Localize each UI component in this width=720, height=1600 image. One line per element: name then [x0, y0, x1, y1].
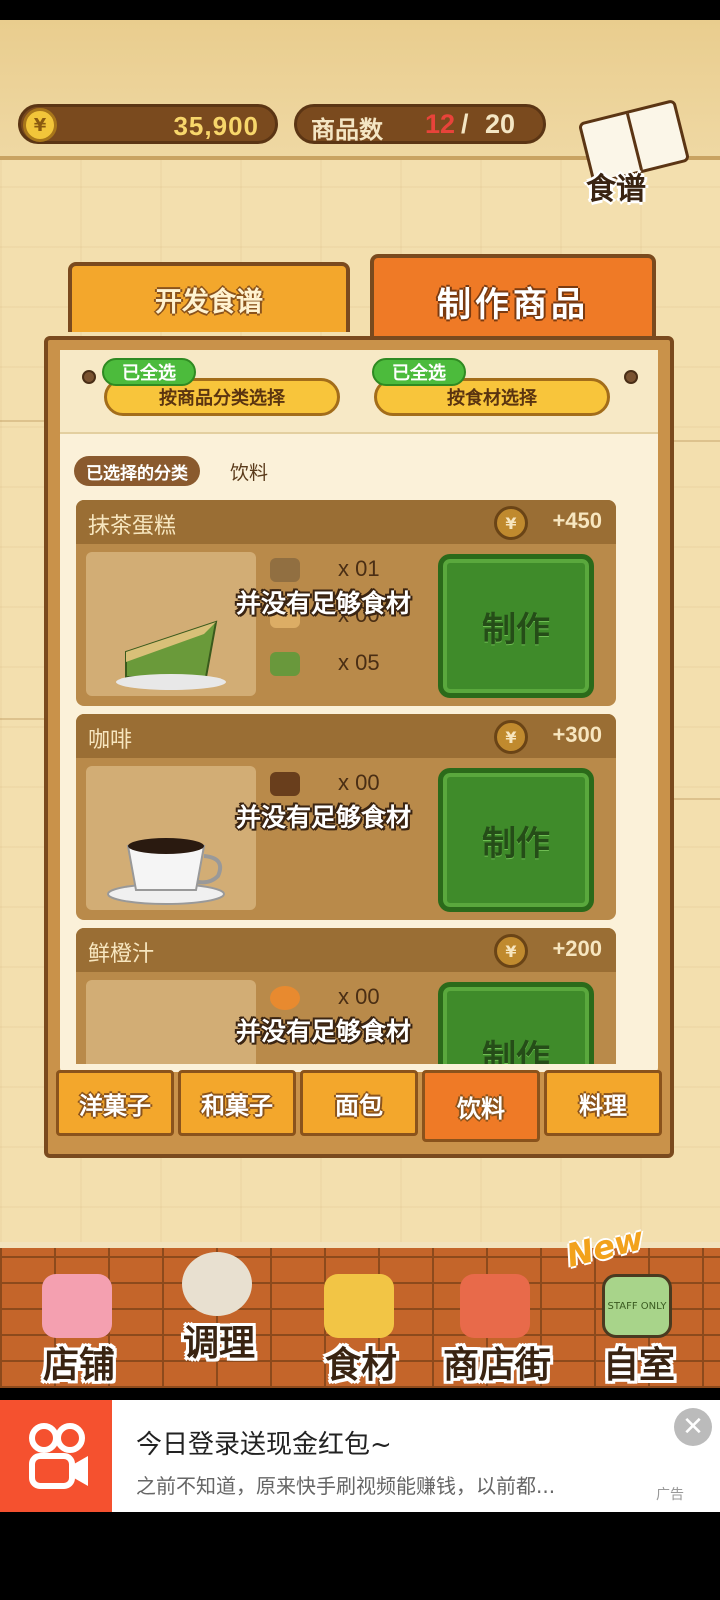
ad-banner[interactable]: 今日登录送现金红包~ 之前不知道，原来快手刷视频能赚钱，以前都... ✕ 广告 — [0, 1400, 720, 1512]
nav-own-room-label: 自室 — [602, 1345, 675, 1386]
filter-bar: 按商品分类选择 已全选 按食材选择 已全选 — [60, 350, 658, 434]
game-screen: ¥ 35,900 商品数 12 / 20 食谱 开发食谱 制作商品 按商品分类选… — [0, 20, 720, 1388]
product-name: 抹茶蛋糕 — [88, 514, 177, 539]
product-name: 鲜橙汁 — [88, 942, 155, 967]
orange-icon — [270, 986, 300, 1010]
coffee-beans-icon — [270, 772, 300, 796]
matcha-cake-icon — [116, 620, 226, 690]
nav-ingredients-label: 食材 — [324, 1345, 397, 1386]
recipe-book-button[interactable]: 食谱 — [577, 98, 691, 212]
ad-close-button[interactable]: ✕ — [674, 1408, 712, 1446]
tab-drinks[interactable]: 饮料 — [422, 1070, 540, 1142]
selected-category-value: 饮料 — [230, 462, 269, 484]
sack-icon — [324, 1274, 394, 1338]
ad-label: 广告 — [656, 1487, 684, 1503]
tab-make-product[interactable]: 制作商品 — [370, 254, 656, 344]
product-count-max: 20 — [485, 109, 516, 139]
not-enough-ingredients-text: 并没有足够食材 — [236, 589, 412, 618]
storefront-icon — [460, 1274, 530, 1338]
matcha-icon — [270, 652, 300, 676]
tab-develop-recipe[interactable]: 开发食谱 — [68, 262, 350, 332]
product-name: 咖啡 — [88, 728, 133, 753]
product-price: +450 — [552, 508, 602, 533]
recipe-book-label: 食谱 — [586, 172, 646, 207]
video-camera-icon — [29, 1423, 88, 1489]
staff-only-sign-icon: STAFF ONLY — [602, 1274, 672, 1338]
product-count-label: 商品数 — [311, 116, 383, 144]
product-count-current: 12 — [425, 109, 456, 139]
mixing-bowl-icon — [182, 1252, 252, 1316]
tab-bread[interactable]: 面包 — [300, 1070, 418, 1136]
coin-icon: ¥ — [23, 108, 57, 142]
make-button[interactable]: 制作 — [438, 768, 594, 912]
ad-app-logo — [0, 1400, 112, 1512]
category-tabs: 洋菓子 和菓子 面包 饮料 料理 — [56, 1070, 662, 1142]
nav-ingredients[interactable]: 食材 — [296, 1266, 426, 1388]
not-enough-ingredients-text: 并没有足够食材 — [236, 1017, 412, 1046]
ingredient-quantity: x 05 — [338, 650, 380, 675]
make-button[interactable]: 制作 — [438, 982, 594, 1064]
tab-western-sweets[interactable]: 洋菓子 — [56, 1070, 174, 1136]
filter-by-category-label: 按商品分类选择 — [159, 388, 285, 409]
coin-icon: ¥ — [494, 934, 528, 968]
product-panel: 按商品分类选择 已全选 按食材选择 已全选 已选择的分类 饮料 抹茶蛋糕 ¥ +… — [44, 336, 674, 1158]
nav-shopping-street[interactable]: 商店街 — [432, 1266, 562, 1388]
product-price: +300 — [552, 722, 602, 747]
coin-icon: ¥ — [494, 506, 528, 540]
ad-description: 之前不知道，原来快手刷视频能赚钱，以前都... — [136, 1474, 556, 1498]
not-enough-ingredients-text: 并没有足够食材 — [236, 803, 412, 832]
product-list[interactable]: 抹茶蛋糕 ¥ +450 x 01 x 00 x 05 制作 并没有足够食材 咖啡… — [76, 500, 616, 1064]
nail-icon — [624, 370, 638, 384]
category-all-selected-badge: 已全选 — [102, 358, 196, 386]
product-count-separator: / — [461, 109, 469, 139]
product-image — [86, 980, 256, 1064]
nav-cooking-label: 调理 — [182, 1323, 255, 1364]
product-image — [86, 766, 256, 910]
product-count: 商品数 12 / 20 — [294, 104, 546, 144]
ad-title: 今日登录送现金红包~ — [136, 1430, 392, 1460]
tab-japanese-sweets[interactable]: 和菓子 — [178, 1070, 296, 1136]
ingredient-quantity: x 00 — [338, 770, 380, 795]
filter-by-ingredient-label: 按食材选择 — [447, 388, 537, 409]
product-card-header: 抹茶蛋糕 ¥ +450 — [76, 500, 616, 544]
nav-shop[interactable]: 店铺 — [14, 1266, 144, 1388]
coin-icon: ¥ — [494, 720, 528, 754]
system-navigation-bar — [0, 1512, 720, 1600]
cake-icon — [42, 1274, 112, 1338]
selected-category-tag: 已选择的分类 — [74, 456, 200, 486]
coffee-cup-icon — [107, 838, 225, 905]
make-button[interactable]: 制作 — [438, 554, 594, 698]
nav-shop-label: 店铺 — [42, 1345, 115, 1386]
nail-icon — [82, 370, 96, 384]
ingredient-quantity: x 01 — [338, 556, 380, 581]
product-card-coffee: 咖啡 ¥ +300 x 00 制作 并没有足够食材 — [76, 714, 616, 920]
nav-shopping-street-label: 商店街 — [442, 1345, 551, 1386]
product-card-matcha-cake: 抹茶蛋糕 ¥ +450 x 01 x 00 x 05 制作 并没有足够食材 — [76, 500, 616, 706]
product-image — [86, 552, 256, 696]
panel-content: 按商品分类选择 已全选 按食材选择 已全选 已选择的分类 饮料 抹茶蛋糕 ¥ +… — [60, 350, 658, 1072]
coin-value: 35,900 — [173, 111, 259, 141]
ingredient-all-selected-badge: 已全选 — [372, 358, 466, 386]
product-price: +200 — [552, 936, 602, 961]
product-card-orange-juice: 鲜橙汁 ¥ +200 x 00 制作 并没有足够食材 — [76, 928, 616, 1064]
nav-cooking[interactable]: 调理 — [154, 1244, 284, 1368]
tab-cuisine[interactable]: 料理 — [544, 1070, 662, 1136]
product-card-header: 咖啡 ¥ +300 — [76, 714, 616, 758]
ingredient-quantity: x 00 — [338, 984, 380, 1009]
nav-own-room[interactable]: STAFF ONLY 自室 — [574, 1266, 704, 1388]
flour-bag-icon — [270, 558, 300, 582]
orange-juice-icon — [86, 980, 256, 1064]
product-card-header: 鲜橙汁 ¥ +200 — [76, 928, 616, 972]
coin-balance: ¥ 35,900 — [18, 104, 278, 144]
